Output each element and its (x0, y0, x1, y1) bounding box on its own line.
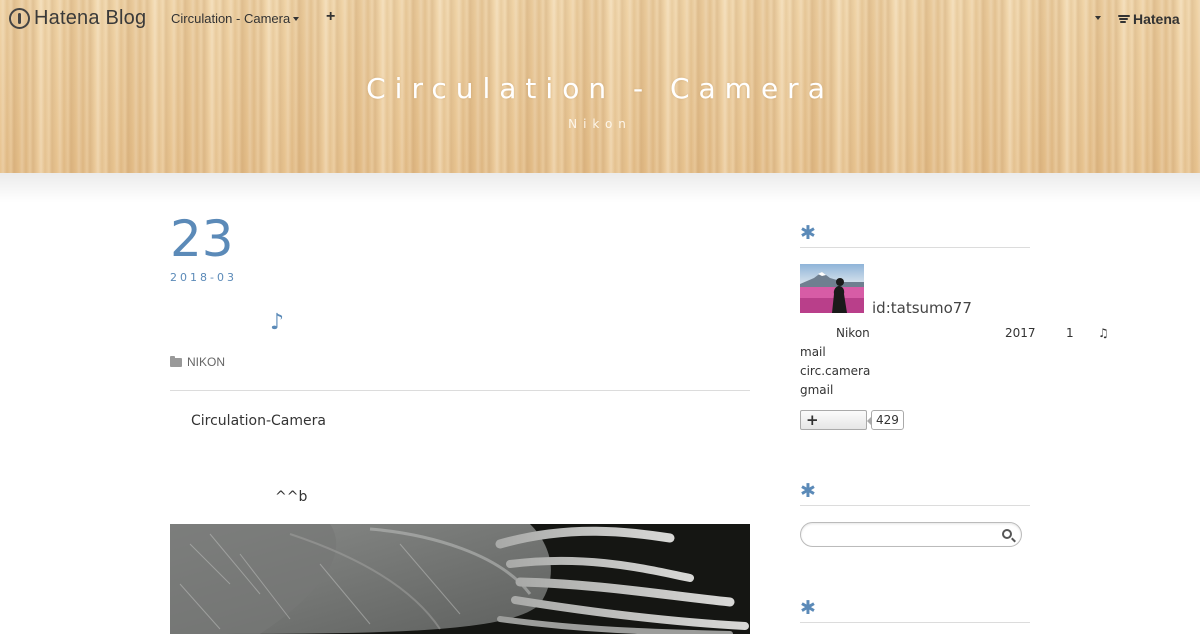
asterisk-icon: ✱ (800, 480, 816, 502)
profile-text: mail (800, 345, 826, 359)
user-menu-chevron-icon[interactable] (1095, 16, 1101, 20)
entry-paragraph: Circulation-Camera (191, 413, 326, 429)
entry-date-day[interactable]: 23 (170, 210, 234, 268)
profile-text: 1 (1066, 326, 1074, 340)
asterisk-icon: ✱ (800, 222, 816, 244)
search-input[interactable] (800, 522, 1022, 547)
avatar-image (800, 264, 864, 313)
profile-text: 2017 (1005, 326, 1036, 340)
folder-icon (170, 355, 182, 367)
blog-menu-label: Circulation - Camera (171, 11, 291, 26)
follower-count[interactable]: 429 (867, 410, 904, 430)
hatena-menu[interactable]: Hatena (1118, 11, 1180, 27)
asterisk-icon: ✱ (800, 597, 816, 619)
sidebar-module: ✱ (800, 595, 1030, 623)
profile-module-heading: ✱ (800, 220, 1030, 248)
add-entry-button[interactable]: + (326, 8, 335, 26)
follow-button[interactable]: + (800, 410, 867, 430)
search-module-heading: ✱ (800, 478, 1030, 506)
entry-date-year-month[interactable]: 2018-03 (170, 271, 237, 284)
logo-text: Hatena Blog (34, 7, 147, 29)
follow-widget: + 429 (800, 410, 904, 430)
hatena-blog-logo-icon (9, 8, 30, 29)
blog-menu-dropdown[interactable]: Circulation - Camera (171, 11, 300, 26)
hatena-blog-logo[interactable]: Hatena Blog (9, 7, 146, 30)
entry-paragraph: ^^b (275, 489, 308, 505)
blog-description: Nikon (568, 117, 632, 131)
chevron-down-icon (293, 16, 300, 21)
profile-description-row: Nikon 2017 1 ♫ (800, 326, 1130, 344)
entry-photo-feathers[interactable] (170, 524, 750, 634)
profile-text: circ.camera (800, 364, 871, 378)
hatena-label: Hatena (1133, 11, 1180, 27)
top-navigation-bar: Hatena Blog Circulation - Camera + Haten… (0, 0, 1200, 36)
search-icon[interactable] (1002, 529, 1012, 539)
avatar[interactable] (800, 264, 864, 313)
hatena-bird-icon (1118, 14, 1130, 24)
blog-title[interactable]: Circulation - Camera (0, 72, 1200, 105)
profile-text: Nikon (836, 326, 870, 340)
sidebar: ✱ id:tatsumo77 Nikon 2017 1 ♫ mail circ.… (800, 220, 1109, 623)
entry-category[interactable]: NIKON (170, 355, 225, 369)
plus-icon: + (806, 411, 819, 429)
header-shadow (0, 173, 1200, 203)
category-label: NIKON (187, 355, 226, 369)
entry-divider (170, 390, 750, 391)
profile-id-link[interactable]: id:tatsumo77 (872, 299, 972, 317)
search-module: ✱ (800, 478, 1030, 547)
feather-image-graphic (170, 524, 750, 634)
module-heading: ✱ (800, 595, 1030, 623)
entry-title[interactable]: ♪ (270, 310, 284, 335)
profile-text: gmail (800, 383, 834, 397)
music-note-icon: ♫ (1098, 326, 1109, 340)
